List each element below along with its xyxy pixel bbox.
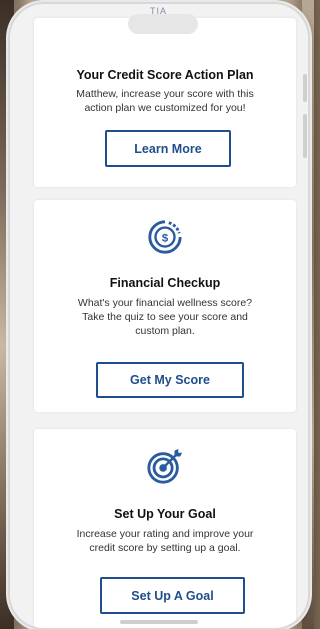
card-title: Financial Checkup: [109, 276, 221, 290]
card-title: Set Up Your Goal: [114, 507, 216, 521]
set-up-a-goal-button[interactable]: Set Up A Goal: [100, 577, 245, 614]
card-description-line: Take the quiz to see your score and: [82, 311, 248, 323]
phone-side-button: [303, 74, 307, 102]
target-arrow-icon: [147, 448, 183, 484]
svg-text:$: $: [162, 232, 169, 244]
credit-action-plan-card: Your Credit Score Action Plan Matthew, i…: [34, 18, 296, 187]
set-up-goal-card: Set Up Your Goal Increase your rating an…: [34, 429, 296, 628]
home-indicator: [120, 620, 198, 624]
card-description-line: Increase your rating and improve your: [76, 528, 254, 540]
phone-side-button: [303, 114, 307, 158]
get-my-score-button[interactable]: Get My Score: [96, 362, 244, 398]
card-description: What's your financial wellness score? Ta…: [52, 296, 278, 338]
card-description-line: custom plan.: [135, 325, 195, 337]
dollar-progress-icon: $: [148, 220, 182, 254]
card-description-line: action plan we customized for you!: [84, 102, 246, 114]
learn-more-button[interactable]: Learn More: [105, 130, 231, 167]
phone-frame: TIA Your Credit Score Action Plan Matthe…: [10, 4, 308, 628]
card-description: Matthew, increase your score with this a…: [52, 87, 278, 115]
card-description: Increase your rating and improve your cr…: [52, 527, 278, 555]
financial-checkup-card: $ Financial Checkup What's your financia…: [34, 200, 296, 412]
dynamic-island: [128, 14, 198, 34]
card-description-line: What's your financial wellness score?: [77, 297, 253, 309]
card-title: Your Credit Score Action Plan: [76, 68, 254, 82]
card-description-line: Matthew, increase your score with this: [76, 88, 254, 100]
card-description-line: credit score by setting up a goal.: [89, 542, 241, 554]
